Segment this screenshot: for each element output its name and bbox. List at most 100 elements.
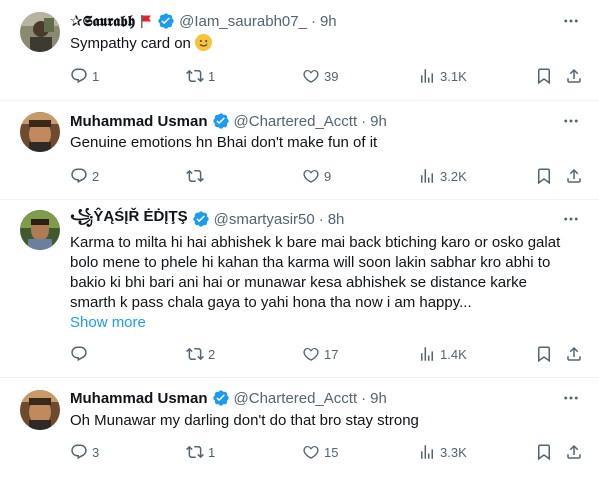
reply-button[interactable]: 1 — [70, 66, 99, 86]
tweet-1[interactable]: ✰𝕾𝖆𝖚𝖗𝖆𝖇𝖍 @Iam_saurabh07_ · 9h Sympathy c… — [0, 0, 599, 101]
heart-icon — [302, 67, 320, 85]
like-count: 39 — [324, 68, 339, 84]
retweet-button[interactable]: 1 — [186, 66, 215, 86]
views-chart-icon — [418, 167, 436, 185]
views-button[interactable]: 3.2K — [418, 166, 467, 186]
tweet-2[interactable]: Muhammad Usman @Chartered_Acctt · 9h Gen… — [0, 101, 599, 199]
separator-dot: · — [361, 112, 367, 130]
share-button[interactable] — [565, 166, 583, 186]
reply-icon — [70, 167, 88, 185]
reply-icon — [70, 67, 88, 85]
heart-icon — [302, 443, 320, 461]
tweet-text-line: bakio ki bhi bari ani hai or munawar kes… — [70, 274, 527, 291]
reply-icon — [70, 443, 88, 461]
retweet-button[interactable] — [186, 166, 208, 186]
retweet-count: 1 — [208, 68, 216, 84]
reply-button[interactable] — [70, 344, 92, 364]
reply-count: 2 — [92, 168, 100, 184]
separator-dot: · — [361, 389, 367, 407]
display-name[interactable]: ✰𝕾𝖆𝖚𝖗𝖆𝖇𝖍 — [70, 12, 135, 30]
timestamp[interactable]: 9h — [370, 113, 387, 130]
like-button[interactable]: 9 — [302, 166, 331, 186]
timestamp[interactable]: 8h — [328, 211, 345, 228]
tweet-text: Karma to milta hi hai abhishek k bare ma… — [70, 233, 590, 333]
tweet-header: Muhammad Usman @Chartered_Acctt · 9h — [70, 111, 387, 131]
tweet-text-line: Karma to milta hi hai abhishek k bare ma… — [70, 234, 561, 251]
tweet-text-line: smarth k pass chala gaya to yahi hona th… — [70, 294, 472, 311]
bookmark-button[interactable] — [535, 166, 553, 186]
tweet-header: Muhammad Usman @Chartered_Acctt · 9h — [70, 388, 387, 408]
reply-icon — [70, 345, 88, 363]
bookmark-icon — [535, 345, 553, 363]
user-handle[interactable]: @Chartered_Acctt — [234, 390, 358, 407]
view-count: 1.4K — [440, 346, 467, 362]
views-button[interactable]: 3.3K — [418, 442, 467, 462]
more-options-icon[interactable] — [561, 388, 581, 408]
avatar[interactable] — [20, 390, 60, 430]
heart-icon — [302, 345, 320, 363]
retweet-count: 2 — [208, 346, 216, 362]
share-icon — [565, 167, 583, 185]
more-options-icon[interactable] — [561, 111, 581, 131]
like-button[interactable]: 15 — [302, 442, 338, 462]
avatar[interactable] — [20, 210, 60, 250]
like-count: 9 — [324, 168, 332, 184]
tweet-3[interactable]: ꧁ŶĄŚĮŘ ĖḊĮŢŞ @smartyasir50 · 8h Karma to… — [0, 200, 599, 376]
share-icon — [565, 443, 583, 461]
share-button[interactable] — [565, 442, 583, 462]
show-more-link[interactable]: Show more — [70, 313, 590, 333]
separator-dot: · — [318, 210, 324, 228]
reply-button[interactable]: 2 — [70, 166, 99, 186]
share-icon — [565, 345, 583, 363]
timestamp[interactable]: 9h — [370, 390, 387, 407]
display-name[interactable]: Muhammad Usman — [70, 390, 208, 407]
separator-dot: · — [310, 12, 316, 30]
tweet-actions: 2 17 1.4K — [70, 344, 590, 364]
verified-badge-icon — [212, 389, 230, 407]
bookmark-button[interactable] — [535, 442, 553, 462]
more-options-icon[interactable] — [561, 209, 581, 229]
like-count: 15 — [324, 444, 339, 460]
views-chart-icon — [418, 443, 436, 461]
user-handle[interactable]: @Iam_saurabh07_ — [179, 13, 307, 30]
views-chart-icon — [418, 67, 436, 85]
reply-count: 1 — [92, 68, 100, 84]
retweet-button[interactable]: 1 — [186, 442, 215, 462]
view-count: 3.1K — [440, 68, 467, 84]
views-button[interactable]: 3.1K — [418, 66, 467, 86]
red-flag-icon — [139, 14, 153, 28]
tweet-actions: 2 9 3.2K — [70, 166, 590, 186]
display-name[interactable]: ꧁ŶĄŚĮŘ ĖḊĮŢŞ — [70, 204, 188, 235]
bookmark-button[interactable] — [535, 344, 553, 364]
tweet-4[interactable]: Muhammad Usman @Chartered_Acctt · 9h Oh … — [0, 378, 599, 482]
retweet-button[interactable]: 2 — [186, 344, 215, 364]
views-chart-icon — [418, 345, 436, 363]
tweet-text: Genuine emotions hn Bhai don't make fun … — [70, 134, 378, 151]
retweet-icon — [186, 167, 204, 185]
like-count: 17 — [324, 346, 339, 362]
bookmark-button[interactable] — [535, 66, 553, 86]
heart-icon — [302, 167, 320, 185]
avatar[interactable] — [20, 112, 60, 152]
more-options-icon[interactable] — [561, 11, 581, 31]
reply-count: 3 — [92, 444, 100, 460]
display-name[interactable]: Muhammad Usman — [70, 113, 208, 130]
verified-badge-icon — [192, 210, 210, 228]
retweet-icon — [186, 67, 204, 85]
user-handle[interactable]: @Chartered_Acctt — [234, 113, 358, 130]
avatar[interactable] — [20, 12, 60, 52]
share-button[interactable] — [565, 344, 583, 364]
share-icon — [565, 67, 583, 85]
like-button[interactable]: 39 — [302, 66, 338, 86]
tweet-header: ꧁ŶĄŚĮŘ ĖḊĮŢŞ @smartyasir50 · 8h — [70, 208, 345, 229]
share-button[interactable] — [565, 66, 583, 86]
like-button[interactable]: 17 — [302, 344, 338, 364]
user-handle[interactable]: @smartyasir50 — [214, 211, 315, 228]
tweet-text-content: Sympathy card on — [70, 35, 191, 52]
reply-button[interactable]: 3 — [70, 442, 99, 462]
tweet-actions: 3 1 15 3.3K — [70, 442, 590, 462]
bookmark-icon — [535, 67, 553, 85]
smiling-tear-emoji-icon — [195, 34, 213, 51]
timestamp[interactable]: 9h — [320, 13, 337, 30]
views-button[interactable]: 1.4K — [418, 344, 467, 364]
